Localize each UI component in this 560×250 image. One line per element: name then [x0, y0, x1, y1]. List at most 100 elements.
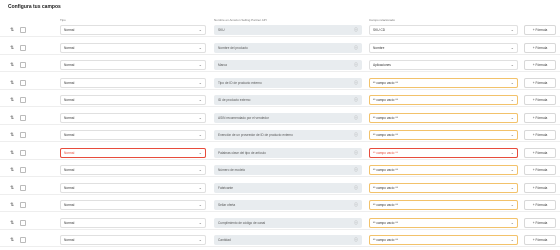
row-checkbox[interactable]: [20, 44, 26, 51]
tipo-select[interactable]: Normal ⌄: [60, 130, 206, 140]
add-formula-button[interactable]: + Fórmula: [524, 147, 556, 158]
tipo-select[interactable]: Normal ⌄: [60, 165, 206, 175]
sort-handle-icon[interactable]: ⇅: [10, 97, 14, 104]
chevron-down-icon: ⌄: [510, 149, 514, 155]
sort-handle-icon[interactable]: ⇅: [10, 185, 14, 192]
info-icon[interactable]: ⓘ: [354, 200, 358, 210]
tipo-select[interactable]: Normal ⌄: [60, 25, 206, 35]
sort-handle-icon[interactable]: ⇅: [10, 150, 14, 157]
info-icon[interactable]: ⓘ: [354, 130, 358, 140]
tipo-select[interactable]: Normal ⌄: [60, 112, 206, 123]
chevron-down-icon: ⌄: [510, 219, 514, 225]
info-icon[interactable]: ⓘ: [354, 60, 358, 70]
add-formula-button[interactable]: + Fórmula: [524, 42, 556, 53]
sort-handle-icon[interactable]: ⇅: [10, 115, 14, 122]
row-checkbox[interactable]: [20, 167, 26, 173]
sort-handle-icon[interactable]: ⇅: [10, 80, 14, 87]
chevron-down-icon: ⌄: [198, 149, 202, 155]
campo-select-value: ** campo vacío **: [373, 150, 398, 155]
campo-select-value: ** campo vacío **: [373, 80, 398, 85]
tipo-select[interactable]: Normal ⌄: [60, 147, 206, 158]
field-row: ⇅ Normal ⌄ Fabricante ⓘ ** campo vacío ** ⌄ + F…: [0, 182, 560, 195]
amazon-field-label: Palabras clave del tipo de artículo: [218, 150, 266, 155]
info-icon[interactable]: ⓘ: [354, 165, 358, 175]
row-checkbox[interactable]: [20, 27, 26, 33]
campo-relacionado-select[interactable]: Nombre ⌄: [369, 42, 518, 53]
tipo-select-value: Normal: [64, 63, 75, 67]
info-icon[interactable]: ⓘ: [354, 148, 358, 158]
info-icon[interactable]: ⓘ: [354, 25, 358, 35]
campo-relacionado-select[interactable]: ** campo vacío ** ⌄: [369, 95, 518, 105]
campo-relacionado-select[interactable]: ** campo vacío ** ⌄: [369, 147, 518, 158]
campo-relacionado-select[interactable]: ** campo vacío ** ⌄: [369, 112, 518, 123]
add-formula-button[interactable]: + Fórmula: [524, 130, 556, 140]
tipo-select[interactable]: Normal ⌄: [60, 200, 206, 210]
add-formula-button[interactable]: + Fórmula: [524, 77, 556, 88]
add-formula-button[interactable]: + Fórmula: [524, 112, 556, 123]
chevron-down-icon: ⌄: [510, 132, 514, 137]
row-checkbox[interactable]: [20, 219, 26, 226]
campo-relacionado-select[interactable]: ** campo vacío ** ⌄: [369, 77, 518, 88]
page-title: Configura tus campos: [8, 4, 61, 10]
tipo-select[interactable]: Normal ⌄: [60, 235, 206, 245]
tipo-select[interactable]: Normal ⌄: [60, 182, 206, 193]
row-checkbox[interactable]: [20, 132, 26, 138]
info-icon[interactable]: ⓘ: [354, 235, 358, 245]
add-formula-button[interactable]: + Fórmula: [524, 25, 556, 35]
campo-relacionado-select[interactable]: ** campo vacío ** ⌄: [369, 200, 518, 210]
row-checkbox[interactable]: [20, 79, 26, 86]
tipo-select[interactable]: Normal ⌄: [60, 217, 206, 228]
add-formula-button[interactable]: + Fórmula: [524, 217, 556, 228]
sort-handle-icon[interactable]: ⇅: [10, 45, 14, 52]
row-checkbox[interactable]: [20, 149, 26, 156]
campo-relacionado-select[interactable]: ** campo vacío ** ⌄: [369, 182, 518, 193]
add-formula-button[interactable]: + Fórmula: [524, 165, 556, 175]
info-icon[interactable]: ⓘ: [354, 78, 358, 88]
tipo-select-value: Normal: [64, 133, 75, 137]
campo-relacionado-select[interactable]: ** campo vacío ** ⌄: [369, 235, 518, 245]
field-row: ⇅ Normal ⌄ Tipo de ID de producto externo ⓘ *…: [0, 77, 560, 90]
add-formula-button[interactable]: + Fórmula: [524, 200, 556, 210]
row-checkbox[interactable]: [20, 97, 26, 103]
sort-handle-icon[interactable]: ⇅: [10, 237, 14, 244]
campo-relacionado-select[interactable]: ** campo vacío ** ⌄: [369, 130, 518, 140]
row-checkbox[interactable]: [20, 62, 26, 68]
campo-relacionado-select[interactable]: SKU CD ⌄: [369, 25, 518, 35]
field-row: ⇅ Normal ⌄ ASIN recomendado por el vendedor…: [0, 112, 560, 125]
campo-relacionado-select[interactable]: ** campo vacío ** ⌄: [369, 165, 518, 175]
chevron-down-icon: ⌄: [198, 44, 202, 50]
info-icon[interactable]: ⓘ: [354, 218, 358, 228]
row-checkbox[interactable]: [20, 237, 26, 243]
sort-handle-icon[interactable]: ⇅: [10, 62, 14, 69]
info-icon[interactable]: ⓘ: [354, 43, 358, 53]
sort-handle-icon[interactable]: ⇅: [10, 167, 14, 174]
tipo-select[interactable]: Normal ⌄: [60, 95, 206, 105]
chevron-down-icon: ⌄: [198, 237, 202, 242]
amazon-field-name: Marca ⓘ: [214, 60, 362, 70]
campo-relacionado-select[interactable]: Aplicaciones ⌄: [369, 60, 518, 70]
row-checkbox[interactable]: [20, 184, 26, 191]
row-checkbox[interactable]: [20, 114, 26, 121]
info-icon[interactable]: ⓘ: [354, 183, 358, 193]
campo-select-value: SKU CD: [373, 28, 386, 32]
amazon-field-name: Cumplimiento de código de canal ⓘ: [214, 217, 362, 228]
tipo-select[interactable]: Normal ⌄: [60, 77, 206, 88]
amazon-field-name: Sellar oferta ⓘ: [214, 200, 362, 210]
sort-handle-icon[interactable]: ⇅: [10, 220, 14, 227]
sort-handle-icon[interactable]: ⇅: [10, 27, 14, 34]
info-icon[interactable]: ⓘ: [354, 113, 358, 123]
tipo-select[interactable]: Normal ⌄: [60, 60, 206, 70]
sort-handle-icon[interactable]: ⇅: [10, 132, 14, 139]
add-formula-button[interactable]: + Fórmula: [524, 235, 556, 245]
add-formula-button[interactable]: + Fórmula: [524, 95, 556, 105]
campo-select-value: ** campo vacío **: [373, 238, 398, 242]
row-checkbox[interactable]: [20, 202, 26, 208]
add-formula-button[interactable]: + Fórmula: [524, 60, 556, 70]
tipo-select[interactable]: Normal ⌄: [60, 42, 206, 53]
add-formula-button[interactable]: + Fórmula: [524, 182, 556, 193]
info-icon[interactable]: ⓘ: [354, 95, 358, 105]
sort-handle-icon[interactable]: ⇅: [10, 202, 14, 209]
campo-select-value: ** campo vacío **: [373, 98, 398, 102]
campo-relacionado-select[interactable]: ** campo vacío ** ⌄: [369, 217, 518, 228]
amazon-field-label: Cantidad: [218, 238, 231, 242]
